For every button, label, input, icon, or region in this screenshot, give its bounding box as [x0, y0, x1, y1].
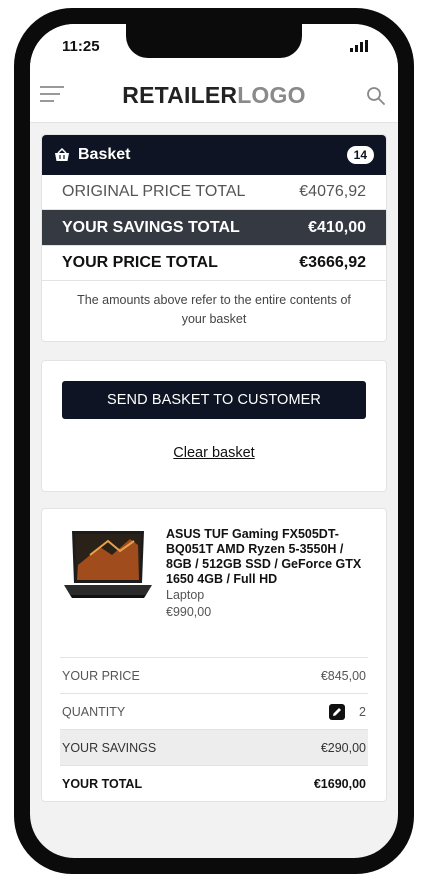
- item-your-price-row: YOUR PRICE €845,00: [60, 657, 368, 693]
- product-summary[interactable]: ASUS TUF Gaming FX505DT-BQ051T AMD Ryzen…: [60, 525, 368, 621]
- basket-header[interactable]: Basket 14: [42, 135, 386, 175]
- logo-part-logo: LOGO: [237, 82, 306, 108]
- item-savings-row: YOUR SAVINGS €290,00: [60, 729, 368, 765]
- item-total-label: YOUR TOTAL: [62, 776, 143, 791]
- phone-notch: [126, 24, 302, 58]
- phone-frame: 11:25 RETAILERLOGO Basket 14 ORIGINAL PR…: [14, 8, 414, 874]
- item-total-value: €1690,00: [313, 776, 366, 791]
- retailer-logo[interactable]: RETAILERLOGO: [30, 82, 398, 109]
- basket-item-card: ASUS TUF Gaming FX505DT-BQ051T AMD Ryzen…: [41, 508, 387, 802]
- product-info: ASUS TUF Gaming FX505DT-BQ051T AMD Ryzen…: [166, 527, 368, 621]
- original-price-total-row: ORIGINAL PRICE TOTAL €4076,92: [42, 175, 386, 210]
- price-total-row: YOUR PRICE TOTAL €3666,92: [42, 246, 386, 281]
- cellular-signal-icon: [350, 40, 368, 52]
- item-quantity-control: 2: [329, 703, 366, 720]
- savings-total-label: YOUR SAVINGS TOTAL: [62, 218, 240, 236]
- item-your-price-label: YOUR PRICE: [62, 668, 140, 683]
- search-icon[interactable]: [366, 86, 386, 106]
- clear-basket-link[interactable]: Clear basket: [62, 445, 366, 461]
- pencil-icon[interactable]: [329, 703, 346, 720]
- status-time: 11:25: [62, 38, 100, 55]
- basket-actions-card: SEND BASKET TO CUSTOMER Clear basket: [41, 360, 387, 492]
- basket-title: Basket: [78, 146, 131, 163]
- main-content: Basket 14 ORIGINAL PRICE TOTAL €4076,92 …: [41, 134, 387, 802]
- send-basket-button[interactable]: SEND BASKET TO CUSTOMER: [62, 381, 366, 419]
- totals-note: The amounts above refer to the entire co…: [77, 293, 351, 326]
- item-savings-value: €290,00: [320, 740, 366, 755]
- savings-total-row: YOUR SAVINGS TOTAL €410,00: [42, 210, 386, 246]
- basket-summary-card: Basket 14 ORIGINAL PRICE TOTAL €4076,92 …: [41, 134, 387, 342]
- app-header: RETAILERLOGO: [30, 68, 398, 123]
- item-detail-rows: YOUR PRICE €845,00 QUANTITY 2 YOUR SAVIN…: [60, 657, 368, 801]
- basket-icon: [55, 148, 69, 161]
- item-quantity-label: QUANTITY: [62, 704, 126, 719]
- savings-total-value: €410,00: [308, 218, 366, 236]
- product-category: Laptop: [166, 588, 205, 602]
- phone-screen: 11:25 RETAILERLOGO Basket 14 ORIGINAL PR…: [30, 24, 398, 858]
- item-total-row: YOUR TOTAL €1690,00: [60, 765, 368, 801]
- price-total-label: YOUR PRICE TOTAL: [62, 254, 218, 271]
- item-savings-label: YOUR SAVINGS: [62, 740, 157, 755]
- item-quantity-row: QUANTITY 2: [60, 693, 368, 729]
- basket-count-badge: 14: [346, 146, 374, 164]
- product-list-price: €990,00: [166, 605, 212, 619]
- original-price-total-value: €4076,92: [299, 183, 366, 200]
- item-your-price-value: €845,00: [320, 668, 366, 683]
- item-quantity-value: 2: [359, 704, 366, 719]
- logo-part-retailer: RETAILER: [122, 82, 238, 108]
- product-name[interactable]: ASUS TUF Gaming FX505DT-BQ051T AMD Ryzen…: [166, 527, 368, 587]
- original-price-total-label: ORIGINAL PRICE TOTAL: [62, 183, 246, 200]
- price-total-value: €3666,92: [299, 254, 366, 271]
- laptop-product-image[interactable]: [60, 525, 156, 605]
